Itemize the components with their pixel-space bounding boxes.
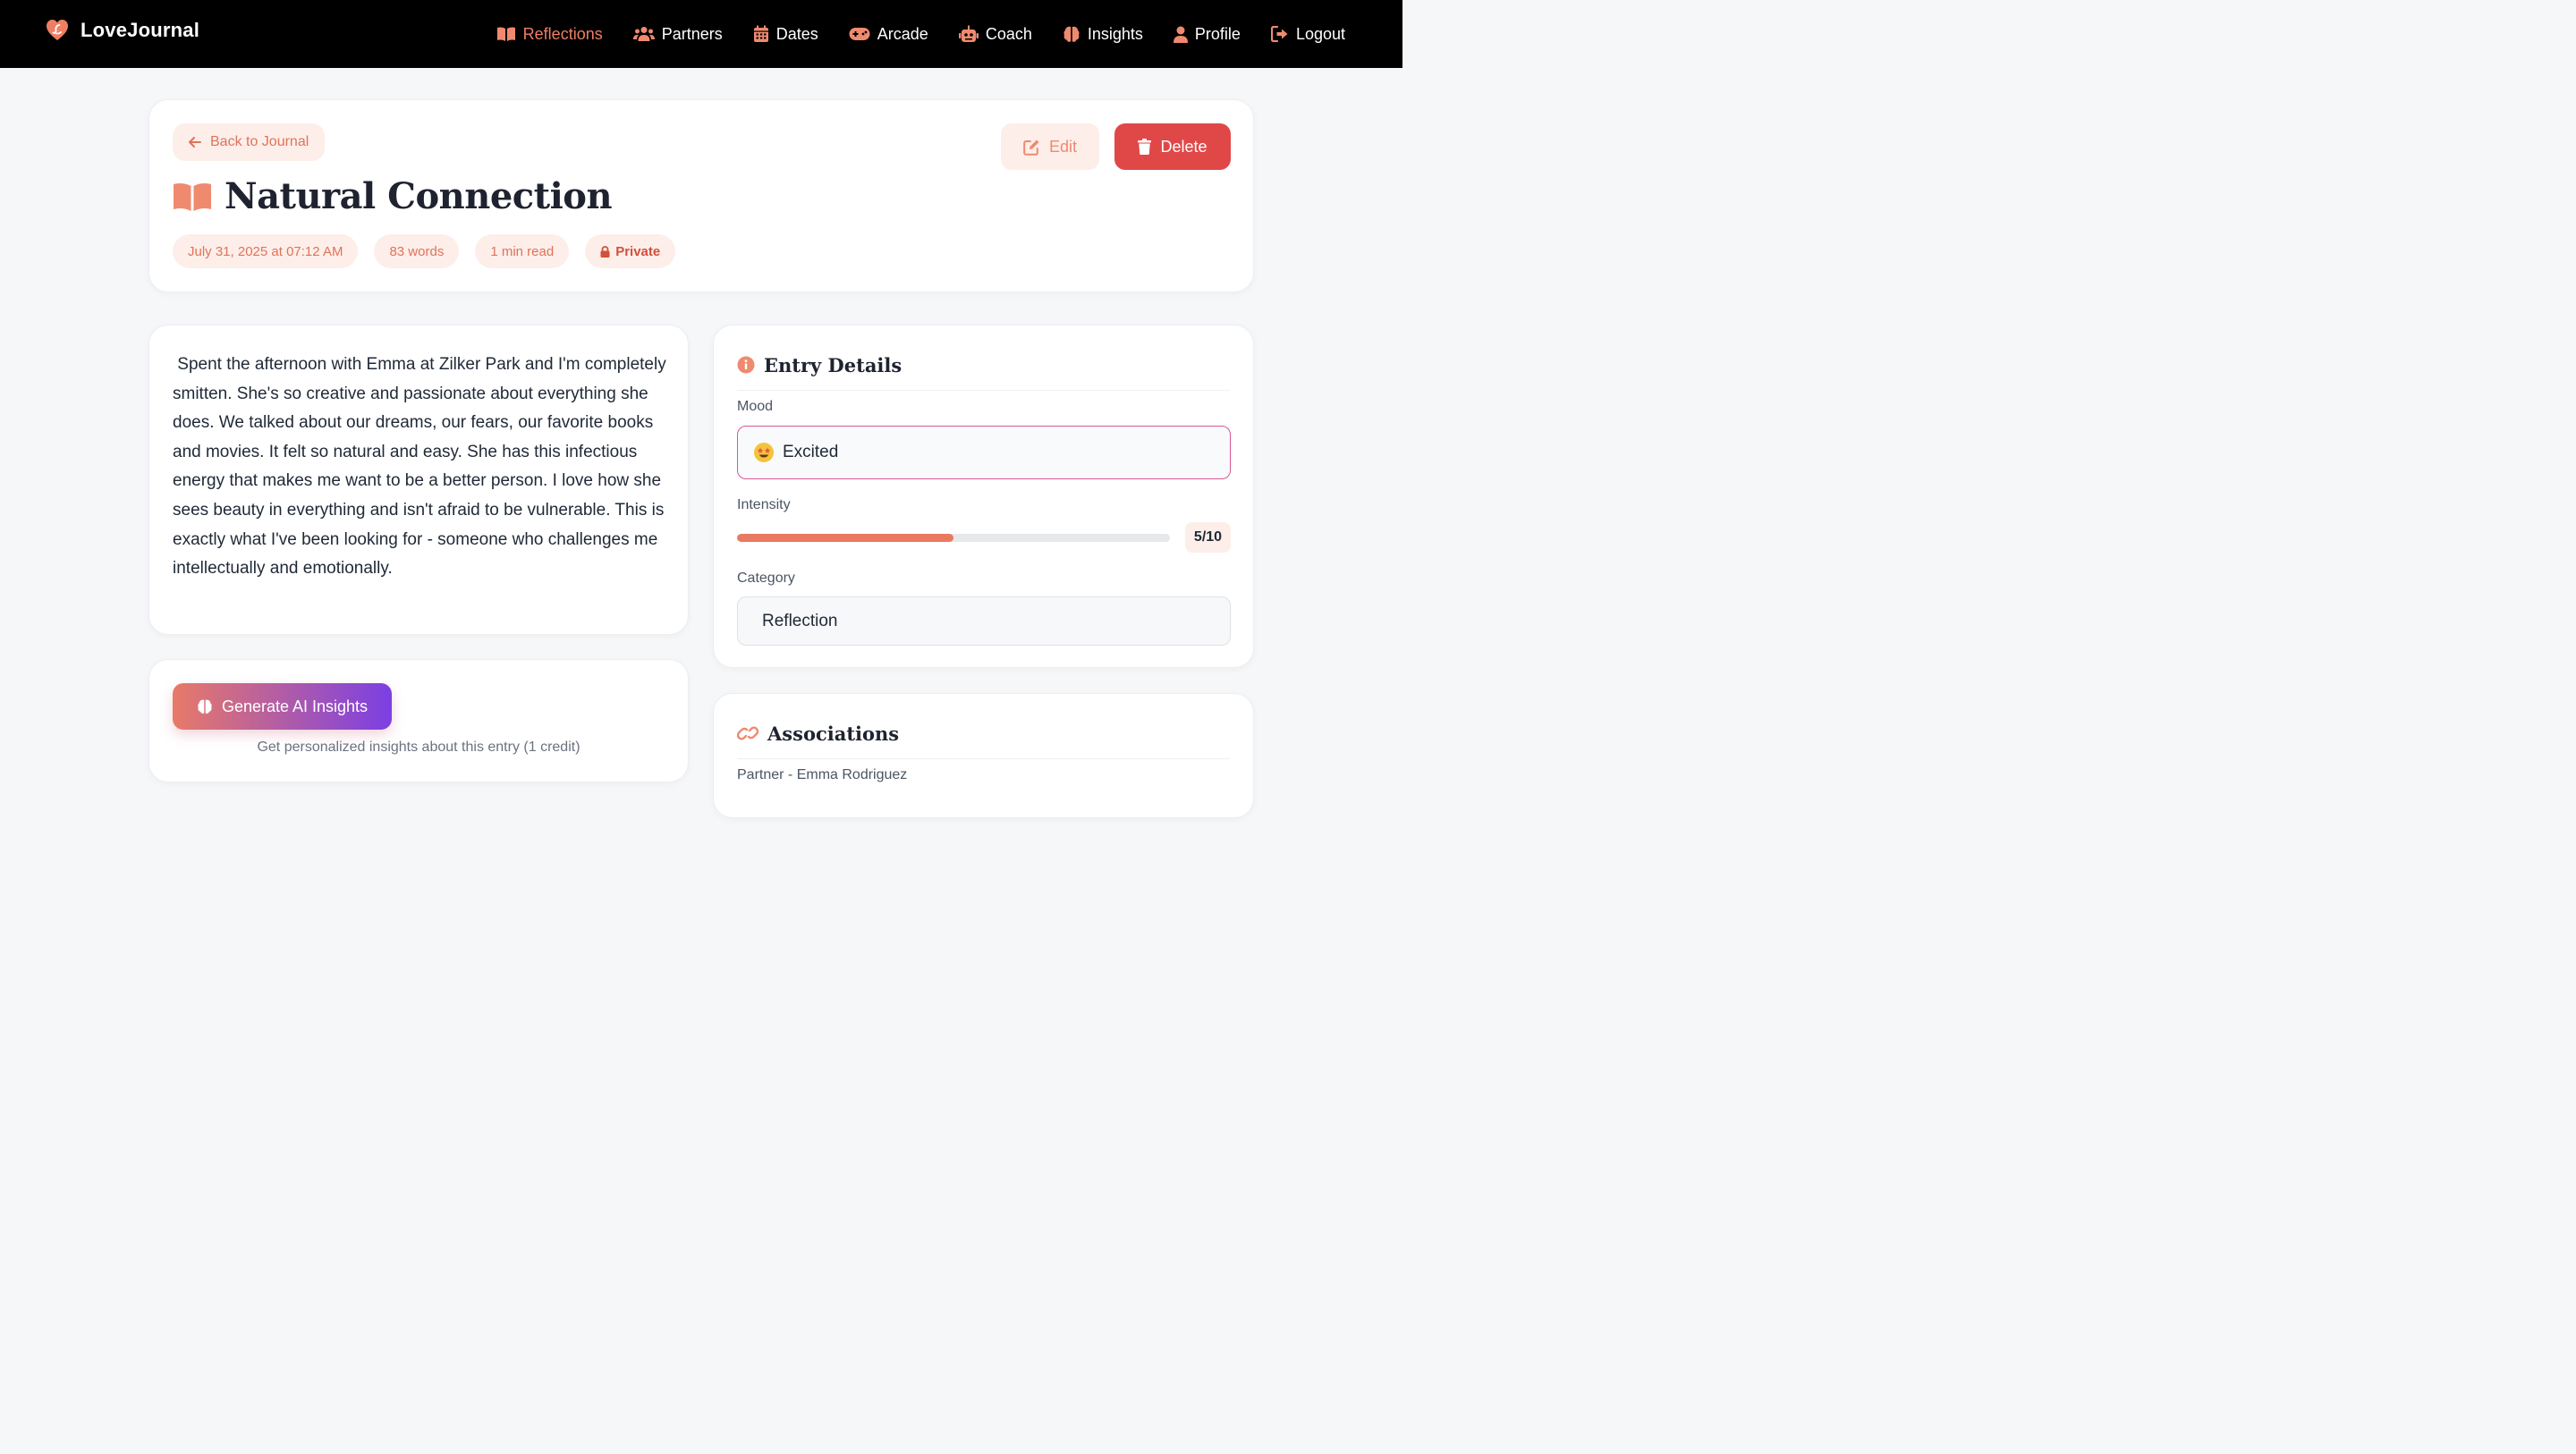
nav-item-partners[interactable]: Partners — [632, 24, 723, 44]
association-item[interactable]: Partner - Emma Rodriguez — [737, 767, 907, 783]
logout-icon — [1270, 26, 1288, 42]
entry-title-row: Natural Connection — [173, 175, 613, 217]
edit-icon — [1023, 139, 1039, 156]
brain-icon — [1063, 26, 1080, 42]
mood-field: Excited — [737, 426, 1231, 479]
category-value: Reflection — [762, 611, 838, 630]
star-struck-emoji-icon — [754, 443, 774, 462]
users-icon — [632, 27, 655, 41]
mood-value: Excited — [783, 443, 839, 461]
entry-header-card: Back to Journal Natural Connection July … — [148, 99, 1254, 292]
entry-details-header: Entry Details — [737, 349, 1230, 391]
ai-button-label: Generate AI Insights — [221, 697, 369, 715]
brain-icon — [198, 699, 212, 714]
nav-item-logout[interactable]: Logout — [1270, 24, 1345, 44]
lock-icon — [600, 245, 610, 258]
back-to-journal-button[interactable]: Back to Journal — [173, 123, 326, 161]
category-label: Category — [737, 571, 795, 586]
category-field: Reflection — [737, 596, 1231, 646]
link-icon — [737, 726, 758, 740]
mood-label: Mood — [737, 399, 774, 414]
intensity-value: 5/10 — [1185, 522, 1231, 553]
info-icon — [737, 356, 755, 374]
nav-label: Reflections — [522, 24, 603, 43]
brand[interactable]: LoveJournal — [45, 18, 199, 43]
associations-card: Associations Partner - Emma Rodriguez — [713, 693, 1254, 818]
nav-label: Dates — [775, 24, 818, 43]
entry-details-card: Entry Details Mood Excited Intensity 5/1… — [713, 325, 1254, 668]
nav-item-arcade[interactable]: Arcade — [849, 25, 928, 44]
nav-label: Arcade — [877, 24, 928, 43]
book-open-icon — [496, 27, 515, 41]
nav-label: Insights — [1087, 24, 1143, 43]
nav-label: Partners — [661, 24, 723, 43]
ai-credit-note: Get personalized insights about this ent… — [257, 740, 580, 755]
edit-label: Edit — [1048, 137, 1078, 156]
heart-logo-icon — [45, 18, 70, 43]
nav-menu: Reflections Partners Dates Arcade Coach … — [496, 0, 1345, 68]
top-navbar: LoveJournal Reflections Partners Dates A… — [0, 0, 1402, 68]
brand-name: LoveJournal — [80, 19, 200, 41]
privacy-badge: Private — [585, 234, 676, 268]
nav-item-insights[interactable]: Insights — [1063, 25, 1143, 44]
privacy-label: Private — [615, 243, 661, 259]
delete-button[interactable]: Delete — [1114, 123, 1231, 170]
trash-icon — [1138, 139, 1152, 155]
user-icon — [1173, 26, 1188, 43]
date-badge: July 31, 2025 at 07:12 AM — [173, 234, 359, 268]
intensity-bar-fill — [737, 534, 953, 542]
arrow-left-icon — [189, 137, 201, 148]
entry-meta: July 31, 2025 at 07:12 AM 83 words 1 min… — [173, 234, 676, 268]
entry-body-text: Spent the afternoon with Emma at Zilker … — [173, 355, 671, 579]
associations-header: Associations — [737, 717, 1230, 759]
back-button-label: Back to Journal — [210, 134, 309, 149]
ai-insights-card: Generate AI Insights Get personalized in… — [148, 659, 689, 782]
nav-item-coach[interactable]: Coach — [958, 24, 1032, 44]
nav-label: Profile — [1194, 24, 1241, 43]
nav-label: Logout — [1295, 24, 1345, 43]
read-time-badge: 1 min read — [475, 234, 570, 268]
nav-label: Coach — [985, 24, 1032, 43]
nav-item-profile[interactable]: Profile — [1173, 24, 1241, 44]
robot-icon — [958, 25, 979, 42]
gamepad-icon — [849, 28, 870, 40]
associations-heading: Associations — [767, 722, 900, 745]
page-title: Natural Connection — [225, 175, 613, 217]
edit-button[interactable]: Edit — [1001, 123, 1099, 170]
calendar-icon — [753, 25, 768, 42]
intensity-label: Intensity — [737, 497, 791, 512]
book-open-icon — [174, 182, 211, 211]
generate-ai-insights-button[interactable]: Generate AI Insights — [173, 683, 392, 730]
entry-details-heading: Entry Details — [764, 353, 902, 376]
word-count-badge: 83 words — [374, 234, 460, 268]
nav-item-dates[interactable]: Dates — [753, 25, 818, 44]
delete-label: Delete — [1160, 137, 1208, 156]
entry-content-card: Spent the afternoon with Emma at Zilker … — [148, 325, 689, 635]
intensity-bar — [737, 534, 1170, 542]
nav-item-reflections[interactable]: Reflections — [496, 25, 603, 44]
